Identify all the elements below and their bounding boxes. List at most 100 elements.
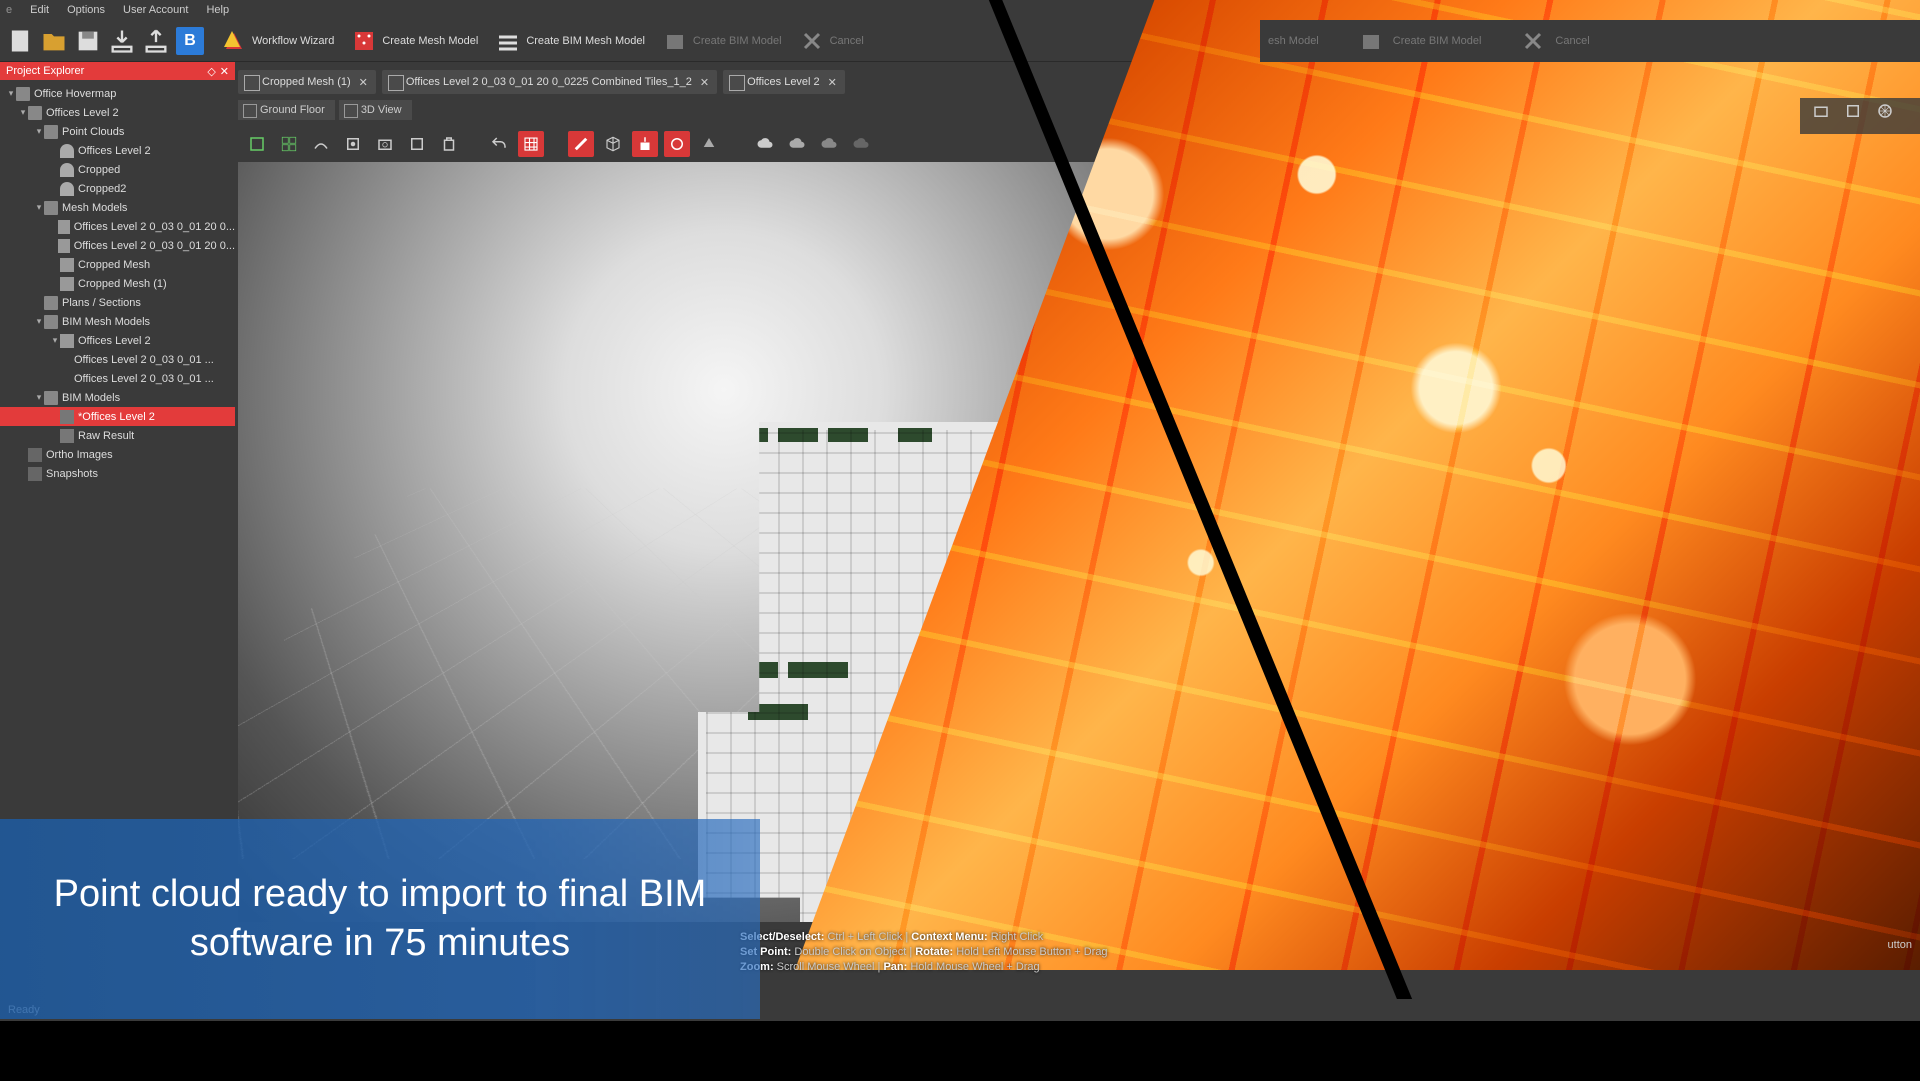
import-icon[interactable] bbox=[108, 27, 136, 55]
tree-item-label: BIM Mesh Models bbox=[62, 316, 150, 328]
right-screenshot-icon[interactable] bbox=[1808, 98, 1834, 124]
create-bim-mesh-button[interactable]: Create BIM Mesh Model bbox=[496, 29, 645, 53]
fit-icon[interactable] bbox=[340, 131, 366, 157]
tree-item[interactable]: Plans / Sections bbox=[0, 293, 235, 312]
right-box-icon[interactable] bbox=[1840, 98, 1866, 124]
tree-item-label: Cropped Mesh (1) bbox=[78, 278, 167, 290]
workflow-wizard-button[interactable]: Workflow Wizard bbox=[222, 29, 334, 53]
tab-combined-tiles[interactable]: Offices Level 2 0_03 0_01 20 0_0225 Comb… bbox=[382, 70, 717, 94]
tool-red4-icon[interactable] bbox=[664, 131, 690, 157]
tree-item[interactable]: *Offices Level 2 bbox=[0, 407, 235, 426]
view-single-icon[interactable] bbox=[244, 131, 270, 157]
close-icon[interactable]: ✕ bbox=[359, 76, 368, 89]
tree-item[interactable]: Offices Level 2 0_03 0_01 20 0... bbox=[0, 217, 235, 236]
shape-icon[interactable] bbox=[696, 131, 722, 157]
mesh-icon bbox=[60, 258, 74, 272]
paint-icon[interactable] bbox=[568, 131, 594, 157]
create-mesh-button[interactable]: Create Mesh Model bbox=[352, 29, 478, 53]
tree-item[interactable]: Raw Result bbox=[0, 426, 235, 445]
save-icon[interactable] bbox=[74, 27, 102, 55]
tab-offices-level2[interactable]: Offices Level 2✕ bbox=[723, 70, 845, 94]
tree-item[interactable]: ▾BIM Mesh Models bbox=[0, 312, 235, 331]
grid-mesh-icon[interactable] bbox=[518, 131, 544, 157]
right-mesh-label: esh Model bbox=[1268, 35, 1319, 47]
tree-item[interactable]: ▾Offices Level 2 bbox=[0, 103, 235, 122]
menu-edit[interactable]: Edit bbox=[30, 4, 49, 16]
project-explorer-panel: Project Explorer ◇ ✕ ▾Office Hovermap ▾O… bbox=[0, 62, 235, 487]
tree-item-label: Offices Level 2 0_03 0_01 ... bbox=[74, 373, 214, 385]
cube-icon[interactable] bbox=[600, 131, 626, 157]
tree-item-label: Plans / Sections bbox=[62, 297, 141, 309]
right-bim-icon bbox=[1359, 29, 1383, 53]
tree-item[interactable]: ▾Offices Level 2 bbox=[0, 331, 235, 350]
mesh-icon bbox=[60, 334, 74, 348]
bim-icon bbox=[60, 410, 74, 424]
view-grid-icon[interactable] bbox=[276, 131, 302, 157]
extrude-icon[interactable] bbox=[632, 131, 658, 157]
menu-help[interactable]: Help bbox=[206, 4, 229, 16]
ortho-icon bbox=[28, 448, 42, 462]
ifc-icon[interactable]: B bbox=[176, 27, 204, 55]
tree-item[interactable]: ▾Point Clouds bbox=[0, 122, 235, 141]
cloud2-icon[interactable] bbox=[784, 131, 810, 157]
tab-ground-floor[interactable]: Ground Floor bbox=[238, 100, 335, 120]
orbit-icon[interactable] bbox=[308, 131, 334, 157]
bim-icon bbox=[60, 429, 74, 443]
navigation-hints: Select/Deselect: Ctrl + Left Click | Con… bbox=[740, 930, 1108, 975]
view-tabs: Ground Floor 3D View bbox=[238, 100, 412, 120]
close-icon[interactable]: ✕ bbox=[700, 76, 709, 89]
explorer-pin-icon[interactable]: ◇ bbox=[207, 65, 215, 78]
tree-item[interactable]: Cropped bbox=[0, 160, 235, 179]
tree-item[interactable]: ▾BIM Models bbox=[0, 388, 235, 407]
tree-item[interactable]: Offices Level 2 0_03 0_01 ... bbox=[0, 350, 235, 369]
undo-icon[interactable] bbox=[486, 131, 512, 157]
menu-file-partial[interactable]: e bbox=[6, 4, 12, 16]
app-window: e Edit Options User Account Help B Workf… bbox=[0, 0, 1920, 1081]
folder-icon bbox=[44, 296, 58, 310]
project-tree[interactable]: ▾Office Hovermap ▾Offices Level 2▾Point … bbox=[0, 80, 235, 487]
screenshot-icon[interactable] bbox=[372, 131, 398, 157]
right-create-bim-label: Create BIM Model bbox=[1393, 35, 1482, 47]
right-view-toolbar bbox=[1800, 98, 1920, 134]
cloud4-icon[interactable] bbox=[848, 131, 874, 157]
right-toolbar: esh Model Create BIM Model Cancel bbox=[1260, 20, 1920, 62]
tree-root[interactable]: ▾Office Hovermap bbox=[0, 84, 235, 103]
delete-icon[interactable] bbox=[436, 131, 462, 157]
box-icon[interactable] bbox=[404, 131, 430, 157]
tree-item-label: Point Clouds bbox=[62, 126, 124, 138]
tree-item[interactable]: ▾Mesh Models bbox=[0, 198, 235, 217]
new-icon[interactable] bbox=[6, 27, 34, 55]
explorer-close-icon[interactable]: ✕ bbox=[220, 65, 229, 78]
tree-item-label: Raw Result bbox=[78, 430, 134, 442]
cancel-button: Cancel bbox=[800, 29, 864, 53]
tab-3d-view[interactable]: 3D View bbox=[339, 100, 412, 120]
cloud-icon bbox=[60, 182, 74, 196]
tree-item-label: Offices Level 2 0_03 0_01 20 0... bbox=[74, 221, 235, 233]
folder-icon bbox=[28, 106, 42, 120]
open-icon[interactable] bbox=[40, 27, 68, 55]
close-icon[interactable]: ✕ bbox=[828, 76, 837, 89]
tree-item[interactable]: Cropped Mesh bbox=[0, 255, 235, 274]
cloud1-icon[interactable] bbox=[752, 131, 778, 157]
explorer-title-bar: Project Explorer ◇ ✕ bbox=[0, 62, 235, 80]
tree-item-label: Offices Level 2 0_03 0_01 ... bbox=[74, 354, 214, 366]
tree-item[interactable]: Snapshots bbox=[0, 464, 235, 483]
tree-item[interactable]: Offices Level 2 bbox=[0, 141, 235, 160]
tree-item[interactable]: Ortho Images bbox=[0, 445, 235, 464]
explorer-title: Project Explorer bbox=[6, 65, 84, 77]
cloud3-icon[interactable] bbox=[816, 131, 842, 157]
export-icon[interactable] bbox=[142, 27, 170, 55]
mesh-icon bbox=[60, 277, 74, 291]
menu-user-account[interactable]: User Account bbox=[123, 4, 188, 16]
create-bim-model-button: Create BIM Model bbox=[663, 29, 782, 53]
tree-item-label: Offices Level 2 bbox=[78, 145, 151, 157]
menu-options[interactable]: Options bbox=[67, 4, 105, 16]
tree-item-label: Offices Level 2 bbox=[46, 107, 119, 119]
right-aperture-icon[interactable] bbox=[1872, 98, 1898, 124]
tab-cropped-mesh[interactable]: Cropped Mesh (1)✕ bbox=[238, 70, 376, 94]
tree-item[interactable]: Cropped2 bbox=[0, 179, 235, 198]
tree-item[interactable]: Cropped Mesh (1) bbox=[0, 274, 235, 293]
tree-item[interactable]: Offices Level 2 0_03 0_01 20 0... bbox=[0, 236, 235, 255]
tree-item-label: Snapshots bbox=[46, 468, 98, 480]
tree-item[interactable]: Offices Level 2 0_03 0_01 ... bbox=[0, 369, 235, 388]
